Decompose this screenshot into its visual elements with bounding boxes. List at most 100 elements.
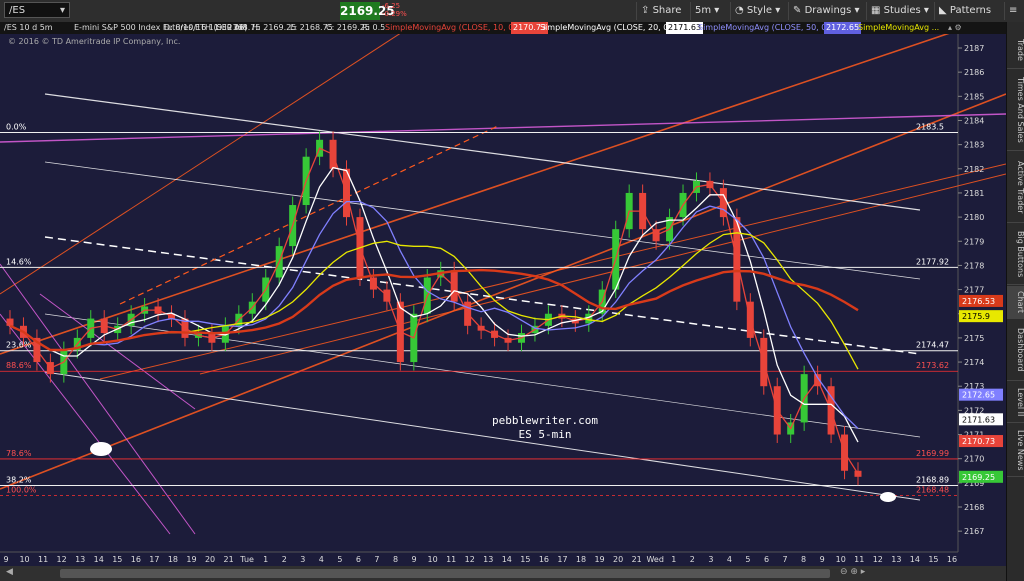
chevron-down-icon[interactable]: ▾ bbox=[60, 3, 65, 19]
fib-level-label-red: 88.6% bbox=[6, 361, 32, 370]
chart-info-bar: /ES 10 d 5m E-mini S&P 500 Index Futures… bbox=[0, 22, 1006, 34]
bar-range: R: 0.5 bbox=[362, 23, 386, 32]
y-tick-label: 2167 bbox=[964, 527, 984, 536]
x-tick-label: 16 bbox=[131, 555, 141, 564]
x-tick-label: 9 bbox=[820, 555, 825, 564]
scroll-thumb[interactable] bbox=[60, 569, 830, 578]
y-tick-label: 2179 bbox=[964, 237, 984, 246]
x-tick-label: 14 bbox=[502, 555, 512, 564]
x-tick-label: 2 bbox=[690, 555, 695, 564]
watermark-text: ES 5-min bbox=[519, 428, 572, 441]
fib-level-tag: 2174.47 bbox=[916, 341, 949, 350]
x-tick-label: 4 bbox=[727, 555, 732, 564]
fib-level-tag: 2168.89 bbox=[916, 475, 949, 484]
fib-level-label-red: 78.6% bbox=[6, 449, 32, 458]
tab-dashboard[interactable]: Dashboard bbox=[1007, 320, 1024, 381]
scroll-left-icon[interactable]: ◀ bbox=[6, 567, 13, 577]
y-tick-label: 2183 bbox=[964, 141, 984, 150]
y-tick-label: 2174 bbox=[964, 358, 984, 367]
tab-trade[interactable]: Trade bbox=[1007, 32, 1024, 69]
x-tick-label: 17 bbox=[557, 555, 567, 564]
tab-big-buttons[interactable]: Big Buttons bbox=[1007, 224, 1024, 285]
x-tick-label: 12 bbox=[57, 555, 67, 564]
x-tick-label: 20 bbox=[205, 555, 215, 564]
x-tick-label: 3 bbox=[708, 555, 713, 564]
patterns-icon: ◣ bbox=[939, 5, 950, 16]
x-tick-label: 8 bbox=[393, 555, 398, 564]
price-tag-label: 2175.9 bbox=[962, 312, 990, 321]
y-tick-label: 2181 bbox=[964, 189, 984, 198]
y-tick-label: 2168 bbox=[964, 503, 984, 512]
last-price: 2169.25 bbox=[340, 2, 395, 20]
x-tick-label: 7 bbox=[374, 555, 379, 564]
studies-button[interactable]: ▦ Studies ▾ bbox=[866, 2, 933, 20]
tab-chart[interactable]: Chart bbox=[1007, 286, 1024, 319]
price-change: -6.25 bbox=[382, 2, 401, 10]
x-tick-label: 21 bbox=[632, 555, 642, 564]
fib-level-label: 38.2% bbox=[6, 475, 32, 484]
sma50-label: SimpleMovingAvg (CLOSE, 50, 0) bbox=[698, 23, 830, 32]
price-chart[interactable]: © 2016 © TD Ameritrade IP Company, Inc. 0… bbox=[0, 34, 1006, 566]
tab-times-and-sales[interactable]: Times And Sales bbox=[1007, 70, 1024, 151]
price-tag-label: 2169.25 bbox=[962, 473, 995, 482]
y-tick-label: 2185 bbox=[964, 92, 984, 101]
x-tick-label: 1 bbox=[263, 555, 268, 564]
x-tick-label: 13 bbox=[891, 555, 901, 564]
style-icon: ◔ bbox=[735, 5, 747, 16]
fib-level-tag-red: 2173.62 bbox=[916, 361, 949, 370]
menu-icon[interactable]: ≡ bbox=[1004, 2, 1021, 20]
x-tick-label: 12 bbox=[873, 555, 883, 564]
drawings-button[interactable]: ✎ Drawings ▾ bbox=[788, 2, 864, 20]
chart-scroll-bar[interactable]: ◀ ⊖ ⊕ ▸ bbox=[0, 566, 1006, 581]
price-tag-label: 2176.53 bbox=[962, 297, 995, 306]
x-tick-label: 13 bbox=[483, 555, 493, 564]
x-tick-label: 16 bbox=[539, 555, 549, 564]
x-tick-label: 14 bbox=[94, 555, 104, 564]
x-tick-label: 20 bbox=[613, 555, 623, 564]
info-collapse-icon[interactable]: ▴ ⚙ bbox=[948, 22, 962, 34]
x-tick-label: 7 bbox=[783, 555, 788, 564]
x-tick-label: 18 bbox=[576, 555, 586, 564]
y-tick-label: 2182 bbox=[964, 165, 984, 174]
x-tick-label: 10 bbox=[428, 555, 438, 564]
zoom-icon[interactable]: ⊖ ⊕ ▸ bbox=[840, 567, 865, 577]
y-tick-label: 2184 bbox=[964, 116, 984, 125]
x-tick-label: 10 bbox=[19, 555, 29, 564]
x-tick-label: 15 bbox=[520, 555, 530, 564]
tab-active-trader[interactable]: Active Trader bbox=[1007, 152, 1024, 223]
price-display: 2169.25 -6.25 -0.29% bbox=[340, 2, 412, 20]
y-tick-label: 2175 bbox=[964, 334, 984, 343]
marker-ellipse bbox=[880, 492, 896, 502]
x-tick-label: 19 bbox=[186, 555, 196, 564]
marker-ellipse bbox=[90, 442, 112, 456]
share-button[interactable]: ⇪ Share bbox=[636, 2, 685, 20]
x-tick-label: 8 bbox=[801, 555, 806, 564]
price-tag-label: 2171.63 bbox=[962, 415, 995, 424]
x-tick-label: 11 bbox=[854, 555, 864, 564]
price-tag-label: 2170.73 bbox=[962, 437, 995, 446]
chart-background bbox=[0, 34, 1006, 566]
x-tick-label: 9 bbox=[3, 555, 8, 564]
x-tick-label: 14 bbox=[910, 555, 920, 564]
timeframe-button[interactable]: 5m ▾ bbox=[690, 2, 723, 20]
x-tick-label: 1 bbox=[671, 555, 676, 564]
fib-level-tag: 2183.5 bbox=[916, 123, 944, 132]
x-tick-label: Tue bbox=[239, 555, 254, 564]
tab-level-ii[interactable]: Level II bbox=[1007, 382, 1024, 423]
share-icon: ⇪ bbox=[641, 5, 653, 16]
fib-level-label: 0.0% bbox=[6, 123, 27, 132]
style-button[interactable]: ◔ Style ▾ bbox=[730, 2, 784, 20]
x-tick-label: 18 bbox=[168, 555, 178, 564]
fib-level-tag-red: 2168.48 bbox=[916, 485, 949, 494]
right-sidebar: Trade Times And Sales Active Trader Big … bbox=[1006, 22, 1024, 581]
fib-level-tag-red: 2169.99 bbox=[916, 449, 949, 458]
x-tick-label: 15 bbox=[112, 555, 122, 564]
x-tick-label: 2 bbox=[282, 555, 287, 564]
x-tick-label: 9 bbox=[412, 555, 417, 564]
x-tick-label: 19 bbox=[594, 555, 604, 564]
y-tick-label: 2170 bbox=[964, 455, 984, 464]
patterns-button[interactable]: ◣ Patterns bbox=[934, 2, 995, 20]
studies-icon: ▦ bbox=[871, 5, 884, 16]
tab-live-news[interactable]: Live News bbox=[1007, 424, 1024, 477]
y-tick-label: 2187 bbox=[964, 44, 984, 53]
